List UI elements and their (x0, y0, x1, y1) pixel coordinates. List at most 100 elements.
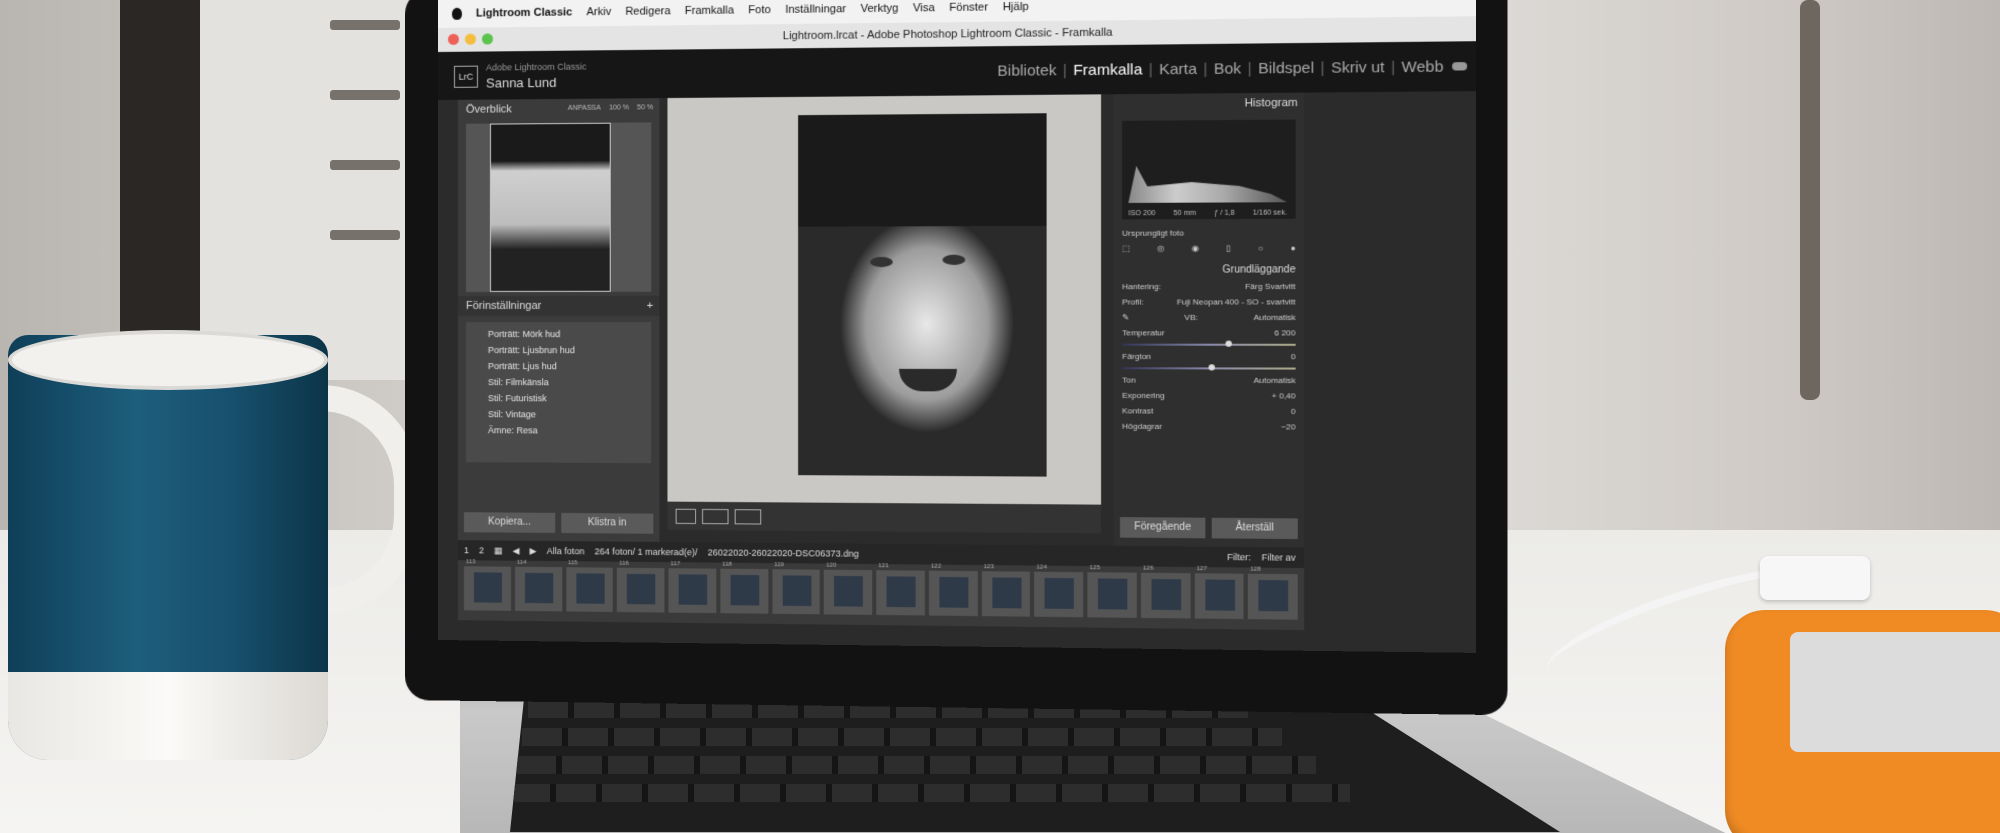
module-develop[interactable]: Framkalla (1073, 61, 1142, 79)
copy-button[interactable]: Kopiera... (463, 512, 556, 533)
brush-icon[interactable]: ● (1290, 244, 1295, 258)
cloud-icon[interactable] (1452, 62, 1468, 71)
menu-item[interactable]: Visa (913, 2, 935, 14)
image-canvas[interactable] (667, 94, 1102, 505)
spot-icon[interactable]: ◎ (1157, 244, 1164, 258)
thumbnail-image (1151, 578, 1181, 611)
preset-item[interactable]: Stil: Vintage (466, 406, 651, 423)
preset-item[interactable]: Porträtt: Mörk hud (466, 326, 651, 342)
filmstrip-thumbnail[interactable]: 116 (617, 561, 665, 613)
filmstrip-thumbnail[interactable]: 113 (463, 559, 511, 611)
presets-header[interactable]: Förinställningar + (457, 295, 660, 316)
highlights-value[interactable]: −20 (1281, 422, 1295, 431)
module-slideshow[interactable]: Bildspel (1258, 59, 1314, 77)
redeye-icon[interactable]: ◉ (1192, 244, 1199, 258)
page-2-button[interactable]: 2 (479, 545, 484, 555)
filmstrip-thumbnail[interactable]: 117 (668, 561, 717, 614)
filmstrip-thumbnail[interactable]: 121 (876, 563, 925, 616)
filter-select[interactable]: Filter av (1262, 552, 1305, 563)
basic-header[interactable]: Grundläggande (1114, 261, 1304, 279)
apple-icon[interactable] (451, 7, 462, 20)
source-label[interactable]: Alla foton (547, 546, 585, 556)
thumbnail-image (473, 572, 503, 603)
add-preset-icon[interactable]: + (647, 296, 654, 316)
menu-item[interactable]: Inställningar (785, 3, 846, 16)
filmstrip-thumbnail[interactable]: 115 (565, 560, 614, 612)
filmstrip-thumbnail[interactable]: 124 (1034, 565, 1084, 618)
radial-icon[interactable]: ○ (1258, 244, 1263, 258)
preset-item[interactable]: Ämne: Resa (466, 422, 651, 439)
tone-auto-button[interactable]: Automatisk (1254, 376, 1296, 385)
module-map[interactable]: Karta (1159, 61, 1197, 79)
wb-row: ✎ VB: Automatisk (1114, 310, 1304, 326)
treatment-color[interactable]: Färg (1245, 282, 1262, 291)
reset-button[interactable]: Återställ (1211, 517, 1298, 540)
menu-item[interactable]: Framkalla (685, 4, 734, 17)
original-photo-row[interactable]: Ursprungligt foto (1114, 225, 1304, 241)
slider-thumb[interactable] (1225, 340, 1233, 347)
histogram[interactable]: ISO 200 50 mm ƒ / 1,8 1/160 sek. (1122, 119, 1296, 220)
contrast-value[interactable]: 0 (1291, 407, 1296, 416)
filmstrip-thumbnail[interactable]: 122 (928, 564, 978, 617)
paste-button[interactable]: Klistra in (561, 512, 654, 534)
close-icon[interactable] (447, 33, 459, 45)
preset-item[interactable]: Stil: Filmkänsla (466, 374, 651, 391)
filmstrip-thumbnail[interactable]: 118 (720, 562, 768, 614)
zoom-icon[interactable] (481, 33, 493, 45)
filmstrip-thumbnail[interactable]: 123 (981, 564, 1031, 617)
forward-icon[interactable]: ▶ (530, 545, 537, 556)
filmstrip-thumbnail[interactable]: 127 (1194, 566, 1244, 620)
yy-view-icon[interactable] (734, 509, 762, 525)
frame-number: 128 (1250, 566, 1261, 573)
filmstrip-thumbnail[interactable]: 125 (1087, 565, 1137, 618)
navigator-header[interactable]: Överblick ANPASSA 100 % 50 % (458, 98, 659, 120)
temp-slider[interactable] (1122, 340, 1296, 347)
menu-item[interactable]: Fönster (949, 1, 988, 14)
zoom-fit[interactable]: ANPASSA (568, 99, 601, 119)
crop-icon[interactable]: ⬚ (1122, 244, 1130, 258)
eyedropper-icon[interactable]: ✎ (1122, 313, 1129, 322)
wb-select[interactable]: Automatisk (1254, 313, 1296, 322)
page-1-button[interactable]: 1 (464, 545, 469, 555)
minimize-icon[interactable] (464, 33, 476, 45)
menu-item[interactable]: Verktyg (861, 2, 899, 15)
filmstrip-thumbnail[interactable]: 120 (824, 563, 873, 615)
before-after-icon[interactable] (702, 508, 729, 525)
preset-item[interactable]: Porträtt: Ljus hud (466, 358, 651, 374)
tint-slider[interactable] (1122, 364, 1296, 371)
filmstrip-thumbnail[interactable]: 128 (1248, 567, 1298, 620)
thumbnail-image (1097, 578, 1128, 610)
navigator-preview[interactable] (465, 122, 652, 292)
main-photo (798, 113, 1047, 477)
zoom-50[interactable]: 50 % (637, 98, 653, 118)
temp-value[interactable]: 6 200 (1274, 328, 1295, 337)
exposure-value[interactable]: + 0,40 (1272, 391, 1296, 400)
module-web[interactable]: Webb (1402, 58, 1444, 76)
module-library[interactable]: Bibliotek (997, 62, 1056, 80)
module-book[interactable]: Bok (1214, 60, 1241, 78)
module-print[interactable]: Skriv ut (1331, 59, 1385, 77)
slider-thumb[interactable] (1208, 364, 1215, 371)
grid-icon[interactable]: ▦ (494, 545, 503, 556)
menu-item[interactable]: Foto (748, 4, 771, 16)
menu-app-name[interactable]: Lightroom Classic (476, 6, 572, 19)
preset-item[interactable]: Porträtt: Ljusbrun hud (466, 342, 651, 358)
histogram-header[interactable]: Histogram (1114, 93, 1304, 115)
menu-item[interactable]: Hjälp (1003, 1, 1029, 14)
profile-select[interactable]: Fuji Neopan 400 - SO - svartvitt (1177, 297, 1296, 306)
loupe-view-icon[interactable] (675, 508, 696, 525)
back-icon[interactable]: ◀ (513, 545, 520, 556)
preset-item[interactable]: Stil: Futuristisk (466, 390, 651, 407)
zoom-100[interactable]: 100 % (609, 98, 629, 118)
filmstrip-thumbnail[interactable]: 114 (514, 560, 562, 612)
tint-value[interactable]: 0 (1291, 352, 1296, 361)
filmstrip-thumbnail[interactable]: 126 (1140, 566, 1191, 619)
treatment-bw[interactable]: Svartvitt (1265, 282, 1296, 291)
previous-button[interactable]: Föregående (1119, 517, 1206, 539)
file-name[interactable]: 26022020-26022020-DSC06373.dng (708, 547, 859, 558)
gradient-icon[interactable]: ▯ (1226, 244, 1231, 258)
histogram-curve (1128, 161, 1287, 203)
filmstrip-thumbnail[interactable]: 119 (771, 562, 820, 615)
menu-item[interactable]: Arkiv (586, 6, 611, 18)
menu-item[interactable]: Redigera (625, 5, 670, 18)
